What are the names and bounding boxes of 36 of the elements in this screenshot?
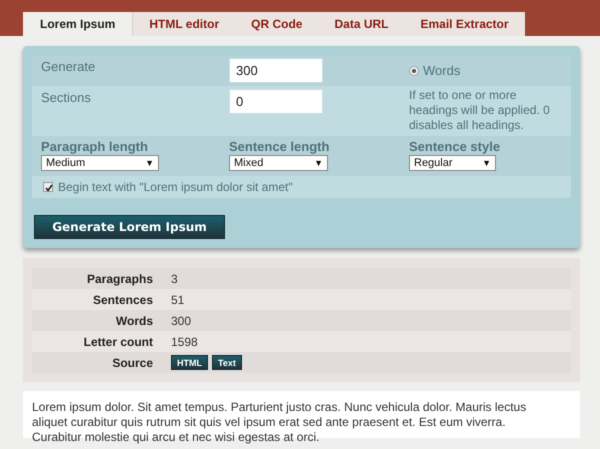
tab[interactable]: QR Code [235, 12, 318, 36]
stat-label: Sentences [92, 292, 153, 306]
select-label: Sentence length [229, 138, 330, 154]
tab[interactable]: Lorem Ipsum [23, 12, 134, 36]
caret-icon: ▼ [482, 158, 491, 168]
dropdown[interactable]: Regular ▼ [409, 155, 496, 171]
generated-text: Lorem ipsum dolor. Sit amet tempus. Parturient justo cras. Nunc vehicula dolor. Mauris lectus aliquet curabitur quis rutrum sit quis vel ipsum erat sed ante praesent et. Est eum viverra. Curabitur molestie qui arcu et nec wisi egestas at orci. [32, 400, 528, 445]
caret-icon: ▼ [145, 158, 154, 168]
checkbox-label: Begin text with "Lorem ipsum dolor sit amet" [58, 180, 293, 194]
radio-button[interactable] [409, 66, 419, 76]
input-field[interactable]: 0 [229, 89, 323, 114]
hint-text: If set to one or more headings will be applied. 0 disables all headings. [409, 87, 551, 134]
dropdown[interactable]: Mixed ▼ [229, 155, 328, 171]
select-label: Sentence style [409, 138, 502, 154]
stat-value: 3 [171, 272, 179, 286]
input-field[interactable]: 300 [229, 58, 323, 83]
field-label: Generate [41, 58, 96, 76]
source-button[interactable]: HTML [171, 355, 208, 370]
stat-label: Words [114, 314, 153, 328]
stat-label: Letter count [82, 334, 153, 348]
stat-label: Paragraphs [86, 272, 153, 286]
stat-value: 300 [171, 314, 192, 328]
source-button[interactable]: Text [212, 355, 242, 370]
dropdown[interactable]: Medium ▼ [41, 155, 159, 171]
radio-label: Words [423, 63, 460, 78]
checkbox[interactable] [43, 182, 53, 192]
caret-icon: ▼ [314, 158, 323, 168]
select-label: Paragraph length [41, 138, 149, 154]
generate-button[interactable]: Generate Lorem Ipsum [34, 215, 225, 239]
stat-value: 1598 [171, 334, 199, 348]
tab[interactable]: HTML editor [133, 12, 236, 36]
stat-label: Source [111, 356, 153, 370]
tab[interactable]: Email Extractor [404, 12, 525, 36]
tab[interactable]: Data URL [318, 12, 404, 36]
field-label: Sections [41, 89, 92, 107]
stat-value: 51 [171, 292, 186, 306]
